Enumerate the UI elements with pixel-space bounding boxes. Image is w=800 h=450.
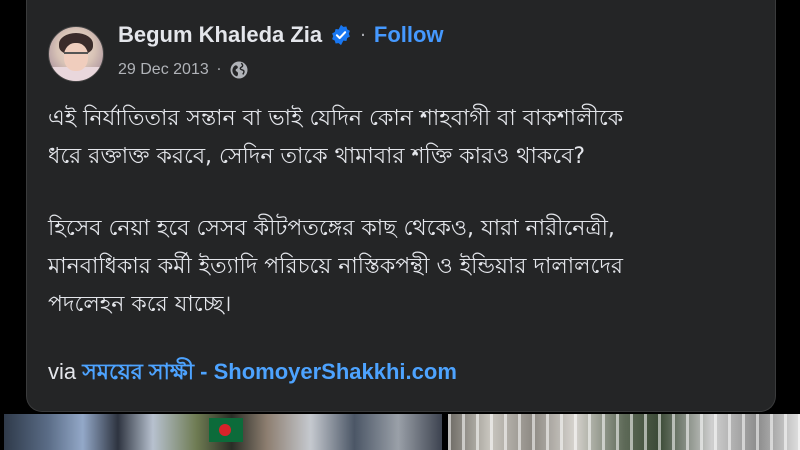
- meta-separator: ·: [216, 62, 222, 78]
- name-separator: ·: [360, 24, 366, 46]
- author-name[interactable]: Begum Khaleda Zia: [118, 22, 322, 48]
- attached-photo-right[interactable]: [448, 414, 800, 450]
- flag-image: [209, 418, 243, 442]
- follow-button[interactable]: Follow: [374, 22, 444, 48]
- attached-photo-left[interactable]: [4, 414, 442, 450]
- post-meta: 29 Dec 2013 ·: [118, 58, 249, 82]
- via-line: via সময়ের সাক্ষী - ShomoyerShakkhi.com: [48, 355, 457, 392]
- globe-icon[interactable]: [229, 60, 249, 80]
- attached-images: [0, 414, 800, 450]
- source-link[interactable]: সময়ের সাক্ষী - ShomoyerShakkhi.com: [82, 359, 457, 384]
- post-paragraph-1: এই নির্যাতিতার সন্তান বা ভাই যেদিন কোন শ…: [48, 106, 624, 169]
- railing-image: [448, 414, 800, 450]
- author-avatar[interactable]: [48, 26, 104, 82]
- post-paragraph-2: হিসেব নেয়া হবে সেসব কীটপতঙ্গের কাছ থেকে…: [48, 216, 624, 317]
- via-label: via: [48, 359, 83, 384]
- post-header: Begum Khaleda Zia · Follow: [118, 20, 444, 50]
- verified-badge-icon: [330, 24, 352, 46]
- post-date[interactable]: 29 Dec 2013: [118, 61, 209, 79]
